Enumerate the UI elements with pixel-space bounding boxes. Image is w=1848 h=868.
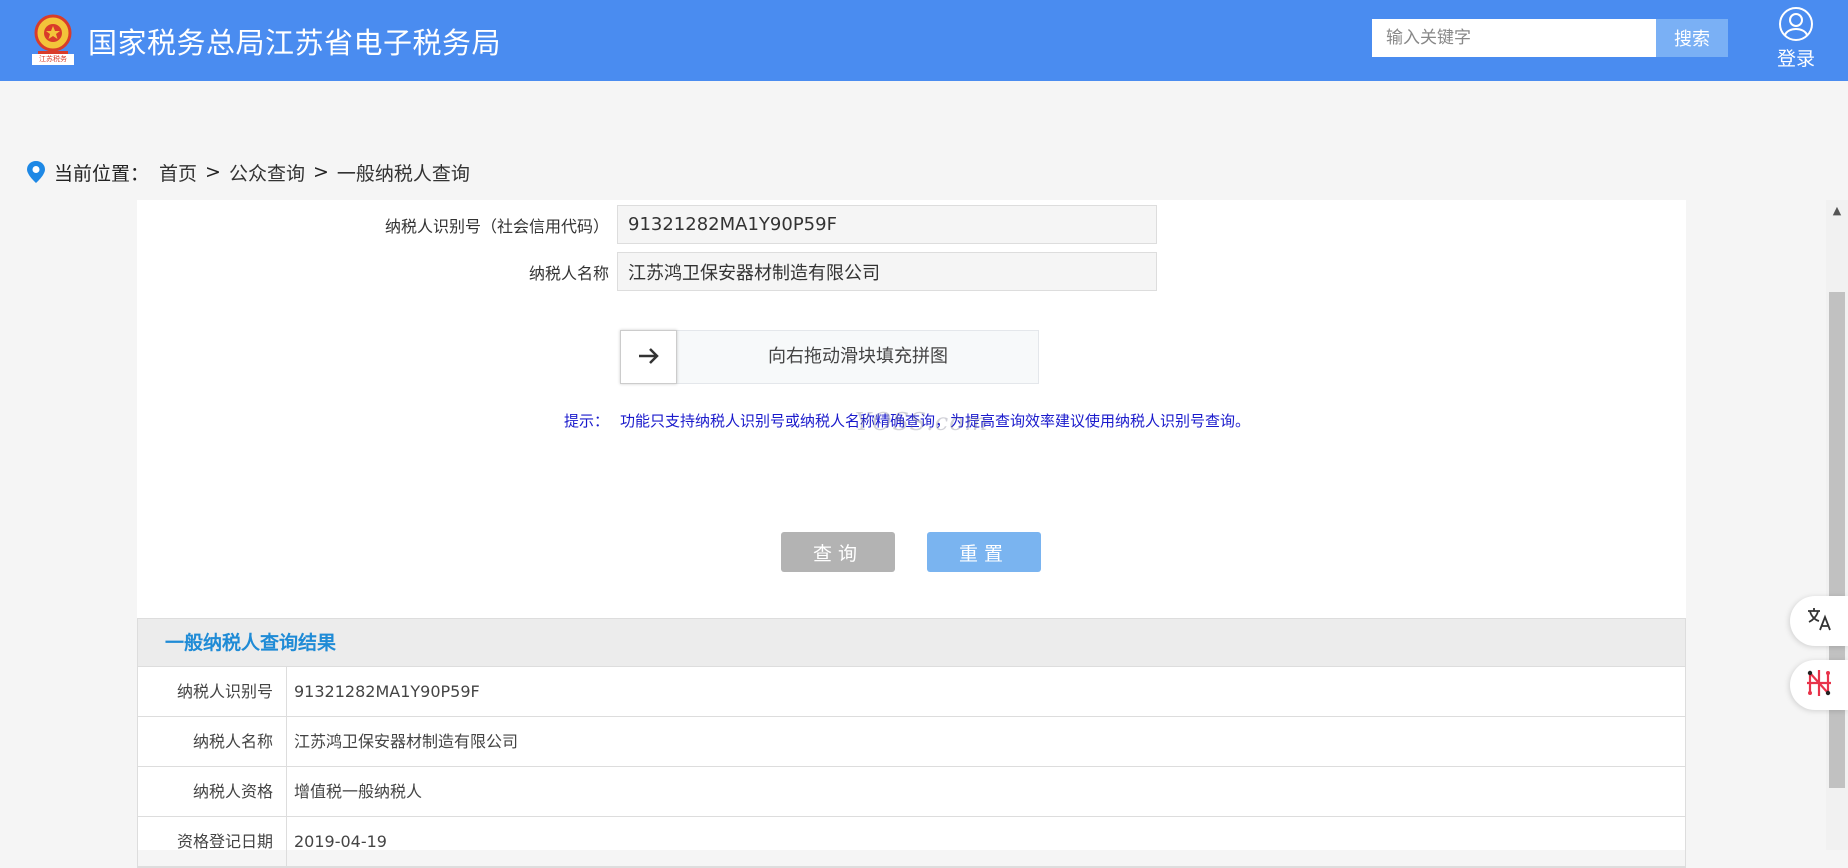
query-panel: 纳税人识别号（社会信用代码） 纳税人名称 向右拖动滑块填充拼图 提示：功能只支持… (137, 200, 1686, 868)
scrollbar-thumb[interactable] (1829, 292, 1845, 788)
table-row: 纳税人识别号 91321282MA1Y90P59F (138, 667, 1685, 717)
taxpayer-id-input[interactable] (617, 205, 1157, 244)
results-title: 一般纳税人查询结果 (138, 619, 1685, 667)
table-row: 纳税人资格 增值税一般纳税人 (138, 767, 1685, 817)
row-value: 江苏鸿卫保安器材制造有限公司 (294, 732, 519, 751)
taxpayer-name-input[interactable] (617, 252, 1157, 291)
page-scrollbar[interactable]: ▲ (1826, 200, 1848, 850)
location-pin-icon (26, 160, 46, 184)
reset-button[interactable]: 重置 (927, 532, 1041, 572)
row-key: 纳税人识别号 (138, 667, 287, 716)
tax-emblem-icon[interactable]: 江苏税务 (32, 13, 74, 65)
site-title[interactable]: 国家税务总局江苏省电子税务局 (88, 20, 501, 62)
table-row: 资格登记日期 2019-04-19 (138, 817, 1685, 867)
row-key: 资格登记日期 (138, 817, 287, 866)
taxpayer-name-row: 纳税人名称 (137, 252, 1157, 291)
tip-label: 提示： (564, 412, 610, 430)
row-key: 纳税人名称 (138, 717, 287, 766)
breadcrumb-public-query[interactable]: 公众查询 (229, 159, 305, 186)
breadcrumb: 当前位置： 首页 > 公众查询 > 一般纳税人查询 (26, 158, 470, 186)
watermark: YOSS.com (855, 408, 989, 436)
logo-text: 江苏税务 (32, 54, 74, 65)
search-input[interactable] (1372, 19, 1656, 57)
results-table: 一般纳税人查询结果 纳税人识别号 91321282MA1Y90P59F 纳税人名… (137, 618, 1686, 868)
query-button[interactable]: 查询 (781, 532, 895, 572)
breadcrumb-current: 一般纳税人查询 (336, 162, 470, 185)
ai-assistant-icon (1804, 668, 1834, 702)
slider-text: 向右拖动滑块填充拼图 (768, 346, 948, 367)
ai-assistant-button[interactable] (1790, 660, 1848, 710)
breadcrumb-prefix: 当前位置： (54, 162, 150, 185)
row-key: 纳税人资格 (138, 767, 287, 816)
user-avatar-icon (1779, 7, 1813, 41)
captcha-slider: 向右拖动滑块填充拼图 (620, 330, 1039, 384)
slider-handle[interactable] (620, 330, 677, 384)
translate-button[interactable] (1790, 596, 1848, 646)
translate-icon (1806, 606, 1832, 636)
breadcrumb-separator: > (205, 161, 221, 183)
login-label: 登录 (1776, 48, 1815, 70)
site-header: 江苏税务 国家税务总局江苏省电子税务局 搜索 登录 (0, 0, 1848, 81)
search-button[interactable]: 搜索 (1656, 19, 1728, 57)
row-value: 增值税一般纳税人 (294, 782, 423, 801)
taxpayer-id-label: 纳税人识别号（社会信用代码） (384, 216, 609, 236)
breadcrumb-separator: > (312, 161, 329, 183)
taxpayer-id-row: 纳税人识别号（社会信用代码） (137, 205, 1157, 244)
row-value: 2019-04-19 (294, 832, 387, 851)
table-row: 纳税人名称 江苏鸿卫保安器材制造有限公司 (138, 717, 1685, 767)
breadcrumb-home[interactable]: 首页 (159, 159, 197, 186)
taxpayer-name-label: 纳税人名称 (528, 263, 609, 283)
row-value: 91321282MA1Y90P59F (294, 682, 480, 701)
login-button[interactable]: 登录 (1768, 7, 1824, 71)
scroll-up-arrow-icon[interactable]: ▲ (1826, 200, 1848, 222)
arrow-right-icon (637, 343, 661, 371)
